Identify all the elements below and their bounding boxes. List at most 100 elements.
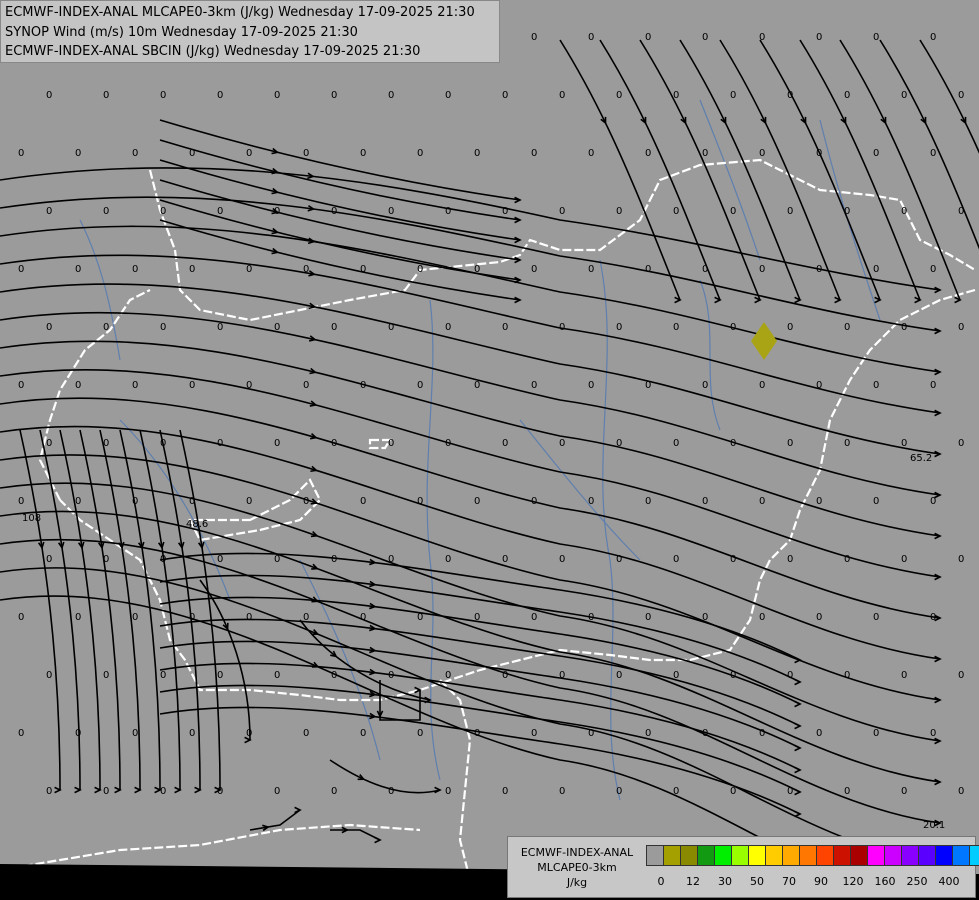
cape-zero-label: 0 [445, 670, 451, 681]
country-borders-layer [0, 158, 976, 881]
cape-zero-label: 0 [930, 612, 936, 623]
cape-zero-label: 0 [844, 206, 850, 217]
cape-zero-label: 0 [673, 786, 679, 797]
cape-zero-label: 0 [445, 206, 451, 217]
cape-zero-label: 0 [331, 554, 337, 565]
cape-zero-label: 0 [46, 786, 52, 797]
cape-zero-label: 0 [531, 728, 537, 739]
cape-zero-label: 0 [417, 728, 423, 739]
cape-zero-label: 0 [75, 728, 81, 739]
cape-zero-label: 0 [18, 264, 24, 275]
cape-zero-label: 0 [958, 322, 964, 333]
legend-tick: 90 [814, 875, 828, 888]
cape-zero-label: 0 [531, 264, 537, 275]
wind-arrowhead [794, 722, 802, 730]
cape-zero-label: 0 [360, 264, 366, 275]
wind-streamline [0, 283, 941, 455]
country-border [38, 289, 151, 501]
cape-zero-label: 0 [616, 322, 622, 333]
cape-zero-label: 0 [616, 438, 622, 449]
cape-zero-label: 0 [787, 438, 793, 449]
wind-streamline [879, 39, 979, 250]
cape-zero-label: 0 [160, 206, 166, 217]
cape-zero-label: 0 [816, 32, 822, 43]
wind-arrowhead [794, 700, 802, 708]
legend-swatch [918, 845, 936, 866]
cape-zero-label: 0 [702, 612, 708, 623]
country-border [188, 478, 322, 542]
cape-value-label: 108 [22, 513, 41, 524]
map-info-header: ECMWF-INDEX-ANAL MLCAPE0-3km (J/kg) Wedn… [0, 0, 500, 63]
cape-zero-label: 0 [217, 90, 223, 101]
legend-swatch [697, 845, 715, 866]
wind-arrowhead [134, 786, 142, 794]
color-legend: ECMWF-INDEX-ANAL MLCAPE0-3km J/kg 0 12 3… [507, 836, 979, 898]
cape-zero-label: 0 [645, 380, 651, 391]
cape-zero-label: 0 [217, 786, 223, 797]
cape-zero-label: 0 [246, 612, 252, 623]
cape-zero-label: 0 [844, 90, 850, 101]
wind-streamline [179, 429, 221, 791]
cape-zero-label: 0 [673, 670, 679, 681]
legend-swatch [952, 845, 970, 866]
cape-zero-label: 0 [75, 148, 81, 159]
cape-zero-label: 0 [75, 612, 81, 623]
cape-zero-label: 0 [531, 148, 537, 159]
wind-streamline [0, 254, 941, 414]
wind-arrowhead [294, 806, 302, 814]
wind-streamline [330, 829, 381, 841]
cape-zero-label: 0 [816, 612, 822, 623]
cape-zero-label: 0 [901, 786, 907, 797]
cape-zero-label: 0 [816, 496, 822, 507]
legend-swatches [646, 845, 979, 866]
cape-zero-label: 0 [217, 670, 223, 681]
wind-arrowhead [94, 786, 102, 794]
cape-zero-label: 0 [787, 90, 793, 101]
cape-zero-label: 0 [160, 554, 166, 565]
legend-title-line: MLCAPE0-3km [537, 861, 617, 874]
header-line-cin: ECMWF-INDEX-ANAL SBCIN (J/kg) Wednesday … [5, 44, 421, 59]
cape-zero-label: 0 [759, 496, 765, 507]
cape-zero-label: 0 [901, 670, 907, 681]
weather-map: 0 0 0 0 0 0 0 0 0 0 0 0 0 0 0 0 0 0 0 0 0 0 0 0 0 0 0 0 0 0 0 0 0 0 0 0 0 0 0 0… [0, 32, 979, 900]
cape-zero-label: 0 [388, 786, 394, 797]
cape-zero-label: 0 [474, 496, 480, 507]
cape-zero-label: 0 [360, 380, 366, 391]
cape-zero-label: 0 [787, 786, 793, 797]
river-line [426, 299, 441, 781]
cape-zero-label: 0 [274, 438, 280, 449]
cape-zero-label: 0 [189, 148, 195, 159]
cape-zero-label: 0 [274, 206, 280, 217]
cape-zero-label: 0 [816, 728, 822, 739]
cape-zero-label: 0 [673, 206, 679, 217]
cape-zero-label: 0 [559, 786, 565, 797]
cape-zero-label: 0 [132, 148, 138, 159]
cape-zero-label: 0 [930, 728, 936, 739]
wind-arrowhead [794, 788, 802, 796]
legend-tick: 400 [938, 875, 960, 888]
cape-zero-label: 0 [46, 670, 52, 681]
legend-swatch [884, 845, 902, 866]
legend-title: ECMWF-INDEX-ANAL MLCAPE0-3km J/kg [512, 845, 642, 890]
cape-zero-label: 0 [246, 264, 252, 275]
cape-zero-label: 0 [388, 322, 394, 333]
cape-zero-label: 0 [873, 612, 879, 623]
legend-swatch [646, 845, 664, 866]
legend-swatch [816, 845, 834, 866]
cape-zero-label: 0 [103, 786, 109, 797]
cape-zero-label: 0 [844, 322, 850, 333]
legend-tick: 70 [782, 875, 796, 888]
header-line-wind: SYNOP Wind (m/s) 10m Wednesday 17-09-202… [5, 24, 358, 40]
cape-zero-label: 0 [331, 206, 337, 217]
cape-zero-label: 0 [132, 496, 138, 507]
legend-swatch [833, 845, 851, 866]
cape-zero-label: 0 [132, 728, 138, 739]
cape-value-label: 48.6 [186, 519, 208, 530]
cape-zero-label: 0 [303, 148, 309, 159]
cape-zero-label: 0 [75, 496, 81, 507]
cape-zero-label: 0 [160, 670, 166, 681]
cape-zero-label: 0 [417, 612, 423, 623]
cape-zero-label: 0 [958, 670, 964, 681]
cape-zero-label: 0 [844, 438, 850, 449]
legend-swatch [765, 845, 783, 866]
